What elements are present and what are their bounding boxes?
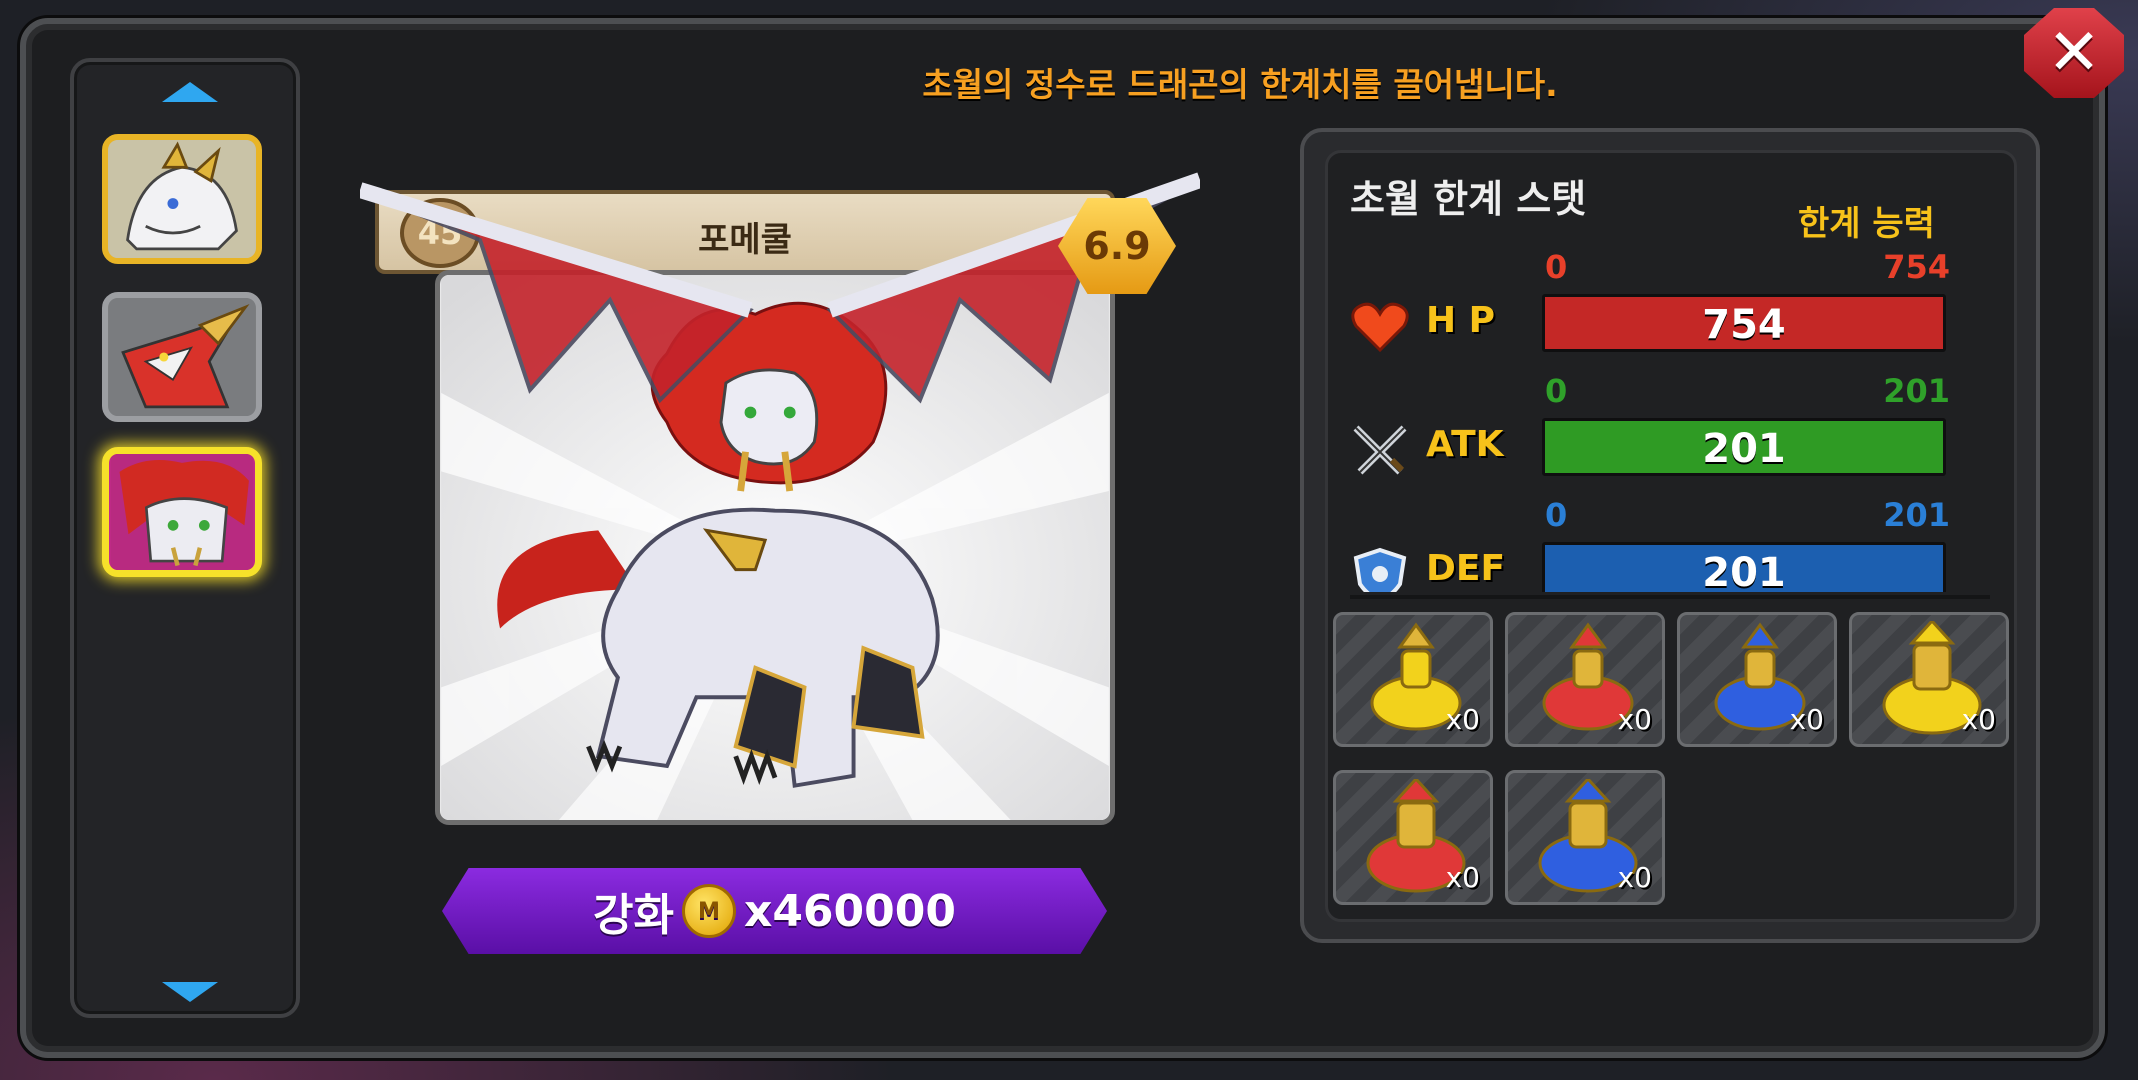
dragon-portrait — [435, 270, 1115, 825]
arrow-down-icon[interactable] — [162, 982, 218, 1002]
stat-name: DEF — [1426, 548, 1506, 589]
close-icon: ✕ — [2047, 16, 2101, 90]
dragon-thumb-red-maned-lion[interactable] — [102, 447, 262, 577]
stat-name: H P — [1426, 300, 1496, 341]
yellow-potion-slot[interactable]: x0 — [1333, 612, 1493, 747]
dragon-list-panel — [70, 58, 300, 1018]
heart-icon — [1351, 302, 1409, 353]
potion-count: x0 — [1789, 703, 1824, 736]
stat-max: 754 — [1883, 248, 1950, 286]
stat-min: 0 — [1545, 372, 1568, 410]
crossed-swords-icon — [1353, 425, 1407, 475]
arrow-up-icon[interactable] — [162, 82, 218, 102]
potion-count: x0 — [1445, 861, 1480, 894]
stat-value: 201 — [1702, 550, 1786, 592]
upgrade-button[interactable]: 강화 M x460000 — [442, 868, 1107, 954]
stats-divider — [1350, 595, 1990, 599]
stat-min: 0 — [1545, 248, 1568, 286]
stat-row-atk: 0 201 ATK 201 — [1350, 372, 1950, 492]
card-name-bar: 포메쿨 — [375, 190, 1115, 274]
stat-max: 201 — [1883, 372, 1950, 410]
stats-title: 초월 한계 스탯 — [1350, 177, 1587, 221]
stat-value: 754 — [1702, 302, 1786, 348]
description-text: 초월의 정수로 드래곤의 한계치를 끌어냅니다. — [922, 65, 1558, 104]
potion-count: x0 — [1961, 703, 1996, 736]
dragon-name: 포메쿨 — [698, 220, 792, 260]
close-button[interactable]: ✕ — [2024, 8, 2124, 98]
stat-bar: 201 — [1542, 542, 1946, 592]
stat-min: 0 — [1545, 496, 1568, 534]
potion-count: x0 — [1617, 703, 1652, 736]
dragon-thumb-red-armored[interactable] — [102, 292, 262, 422]
level-badge: 45 — [400, 198, 480, 268]
upgrade-cost: x460000 — [743, 885, 957, 937]
stat-row-hp: 0 754 H P 754 — [1350, 248, 1950, 368]
potion-count: x0 — [1445, 703, 1480, 736]
stat-max: 201 — [1883, 496, 1950, 534]
upgrade-label: 강화 — [592, 890, 674, 941]
stat-value: 201 — [1702, 426, 1786, 472]
limit-ability-label: 한계 능력 — [1798, 204, 1935, 244]
stat-name: ATK — [1426, 424, 1504, 465]
large-red-potion-slot[interactable]: x0 — [1333, 770, 1493, 905]
stat-bar: 754 — [1542, 294, 1946, 352]
shield-icon — [1353, 547, 1407, 592]
stat-row-def: 0 201 DEF 201 — [1350, 496, 1950, 592]
dragon-thumb-white-golden[interactable] — [102, 134, 262, 264]
large-blue-potion-slot[interactable]: x0 — [1505, 770, 1665, 905]
gold-coin-icon: M — [681, 884, 736, 938]
potion-grid: x0 x0 x0 x0 x0 x0 — [1333, 612, 2013, 912]
blue-potion-slot[interactable]: x0 — [1677, 612, 1837, 747]
large-yellow-potion-slot[interactable]: x0 — [1849, 612, 2009, 747]
stat-bar: 201 — [1542, 418, 1946, 476]
red-potion-slot[interactable]: x0 — [1505, 612, 1665, 747]
potion-count: x0 — [1617, 861, 1652, 894]
